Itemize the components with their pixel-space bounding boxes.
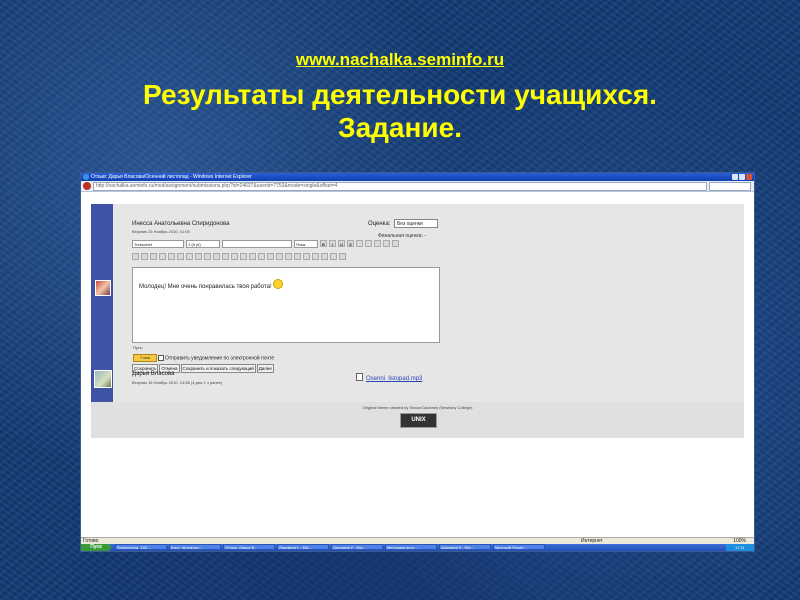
anchor-icon[interactable] (267, 253, 274, 260)
smiley-icon[interactable] (294, 253, 301, 260)
help-button[interactable]: ? ино (133, 354, 157, 362)
ie-icon (83, 174, 89, 180)
bold-icon[interactable]: B (320, 240, 327, 247)
align-right-icon[interactable] (150, 253, 157, 260)
teacher-date: Вторник 23 Ноябрь 2010, 01:05 (132, 229, 190, 234)
site-link[interactable]: www.nachalka.seminfo.ru (0, 50, 800, 70)
grade-select[interactable]: Без оценки (394, 219, 438, 228)
comment-text-value: Молодец! Мне очень понравилась твоя рабо… (139, 284, 272, 290)
text-color-icon[interactable] (222, 253, 229, 260)
html-icon[interactable] (330, 253, 337, 260)
subscript-icon[interactable] (356, 240, 363, 247)
notify-row: ? ино Отправить уведомление по электронно… (133, 354, 274, 362)
window-title: Отзыв: Дарья Власова/Осенний листопад - … (91, 174, 252, 180)
theme-credit: Original theme created by Shaun Daubney … (362, 405, 473, 410)
taskbar-item[interactable]: Методика исто... (385, 544, 437, 550)
lang-select[interactable]: Язык (294, 240, 318, 248)
undo-icon[interactable] (383, 240, 390, 247)
search-field[interactable] (709, 182, 751, 191)
comment-editor[interactable]: Молодец! Мне очень понравилась твоя рабо… (132, 267, 440, 343)
window-titlebar: Отзыв: Дарья Власова/Осенний листопад - … (81, 173, 754, 181)
save-next-button[interactable]: Сохранить и показать следующий (180, 364, 256, 373)
strike-icon[interactable]: S (347, 240, 354, 247)
path-label: Путь: (133, 345, 143, 350)
align-center-icon[interactable] (141, 253, 148, 260)
file-name: Osenni_listopad.mp3 (366, 376, 423, 382)
clean-icon[interactable] (374, 240, 381, 247)
taskbar-item[interactable]: Курс: Актуальн... (169, 544, 221, 550)
footer-logo[interactable]: UNIX (400, 413, 437, 428)
fullscreen-icon[interactable] (339, 253, 346, 260)
student-name: Дарья Власова (132, 371, 175, 377)
taskbar-item[interactable]: Отзыв: Дарья В... (223, 544, 275, 550)
grade-label: Оценка: (368, 221, 391, 227)
submission-file[interactable]: Osenni_listopad.mp3 (356, 373, 422, 382)
underline-icon[interactable]: U (338, 240, 345, 247)
notify-checkbox[interactable] (158, 355, 164, 361)
bg-color-icon[interactable] (231, 253, 238, 260)
unordered-list-icon[interactable] (195, 253, 202, 260)
teacher-avatar (95, 280, 111, 296)
close-icon[interactable] (746, 174, 752, 180)
redo-icon[interactable] (392, 240, 399, 247)
student-date: Вторник 16 Ноябрь 2010, 14:38 (4 дня 1 ч… (132, 380, 223, 385)
rtl-icon[interactable] (177, 253, 184, 260)
slide-title: Результаты деятельности учащихся. (143, 79, 657, 110)
clock: 17:11 (726, 544, 754, 551)
ltr-icon[interactable] (168, 253, 175, 260)
back-icon[interactable] (83, 182, 91, 190)
taskbar-tasks: Spiridonova_102... Курс: Актуальн... Отзыв… (115, 544, 547, 552)
indent-icon[interactable] (213, 253, 220, 260)
start-button[interactable]: Пуск (81, 544, 111, 551)
find-replace-icon[interactable] (321, 253, 328, 260)
style-select[interactable] (222, 240, 292, 248)
slide-subtitle: Задание. (338, 112, 462, 143)
ordered-list-icon[interactable] (186, 253, 193, 260)
taskbar-item[interactable]: Документ1 - Mic... (277, 544, 329, 550)
url-field[interactable]: http://nachalka.seminfo.ru/mod/assignmen… (93, 182, 707, 191)
special-char-icon[interactable] (303, 253, 310, 260)
next-button[interactable]: Далее (256, 364, 274, 373)
editor-toolbar-row2 (132, 253, 348, 262)
taskbar-item[interactable]: Документ2 - Mic... (331, 544, 383, 550)
link-icon[interactable] (249, 253, 256, 260)
browser-window: Отзыв: Дарья Власова/Осенний листопад - … (80, 172, 755, 552)
image-icon[interactable] (276, 253, 283, 260)
teacher-name: Инесса Анатольевна Спиридонова (132, 221, 230, 227)
comment-text: Молодец! Мне очень понравилась твоя рабо… (139, 279, 283, 290)
grade-value: Без оценки (397, 221, 423, 227)
table-icon[interactable] (285, 253, 292, 260)
search-icon[interactable] (312, 253, 319, 260)
address-bar: http://nachalka.seminfo.ru/mod/assignmen… (81, 181, 754, 192)
taskbar-item[interactable]: Spiridonova_102... (115, 544, 167, 550)
maximize-icon[interactable] (739, 174, 745, 180)
notify-label: Отправить уведомление по электронной поч… (165, 355, 275, 362)
editor-toolbar-row1: Trebuchet 1 (8 pt) Язык B I U S (132, 240, 401, 249)
taskbar: Пуск Spiridonova_102... Курс: Актуальн...… (81, 544, 754, 551)
slide-header: www.nachalka.seminfo.ru Результаты деяте… (0, 50, 800, 144)
taskbar-item[interactable]: Документ3 - Mic... (439, 544, 491, 550)
font-size-select[interactable]: 1 (8 pt) (186, 240, 220, 248)
font-family-select[interactable]: Trebuchet (132, 240, 184, 248)
minimize-icon[interactable] (732, 174, 738, 180)
align-left-icon[interactable] (132, 253, 139, 260)
file-icon (356, 373, 363, 381)
student-avatar (94, 370, 112, 388)
page-footer: Original theme created by Shaun Daubney … (91, 402, 744, 438)
justify-icon[interactable] (159, 253, 166, 260)
superscript-icon[interactable] (365, 240, 372, 247)
smiley-face-icon (272, 279, 283, 289)
hr-icon[interactable] (240, 253, 247, 260)
outdent-icon[interactable] (204, 253, 211, 260)
page-content: Инесса Анатольевна Спиридонова Вторник 2… (81, 192, 754, 537)
italic-icon[interactable]: I (329, 240, 336, 247)
taskbar-item[interactable]: Microsoft Power... (493, 544, 545, 550)
unlink-icon[interactable] (258, 253, 265, 260)
final-grade-label: Финальная оценка: - (378, 233, 426, 239)
